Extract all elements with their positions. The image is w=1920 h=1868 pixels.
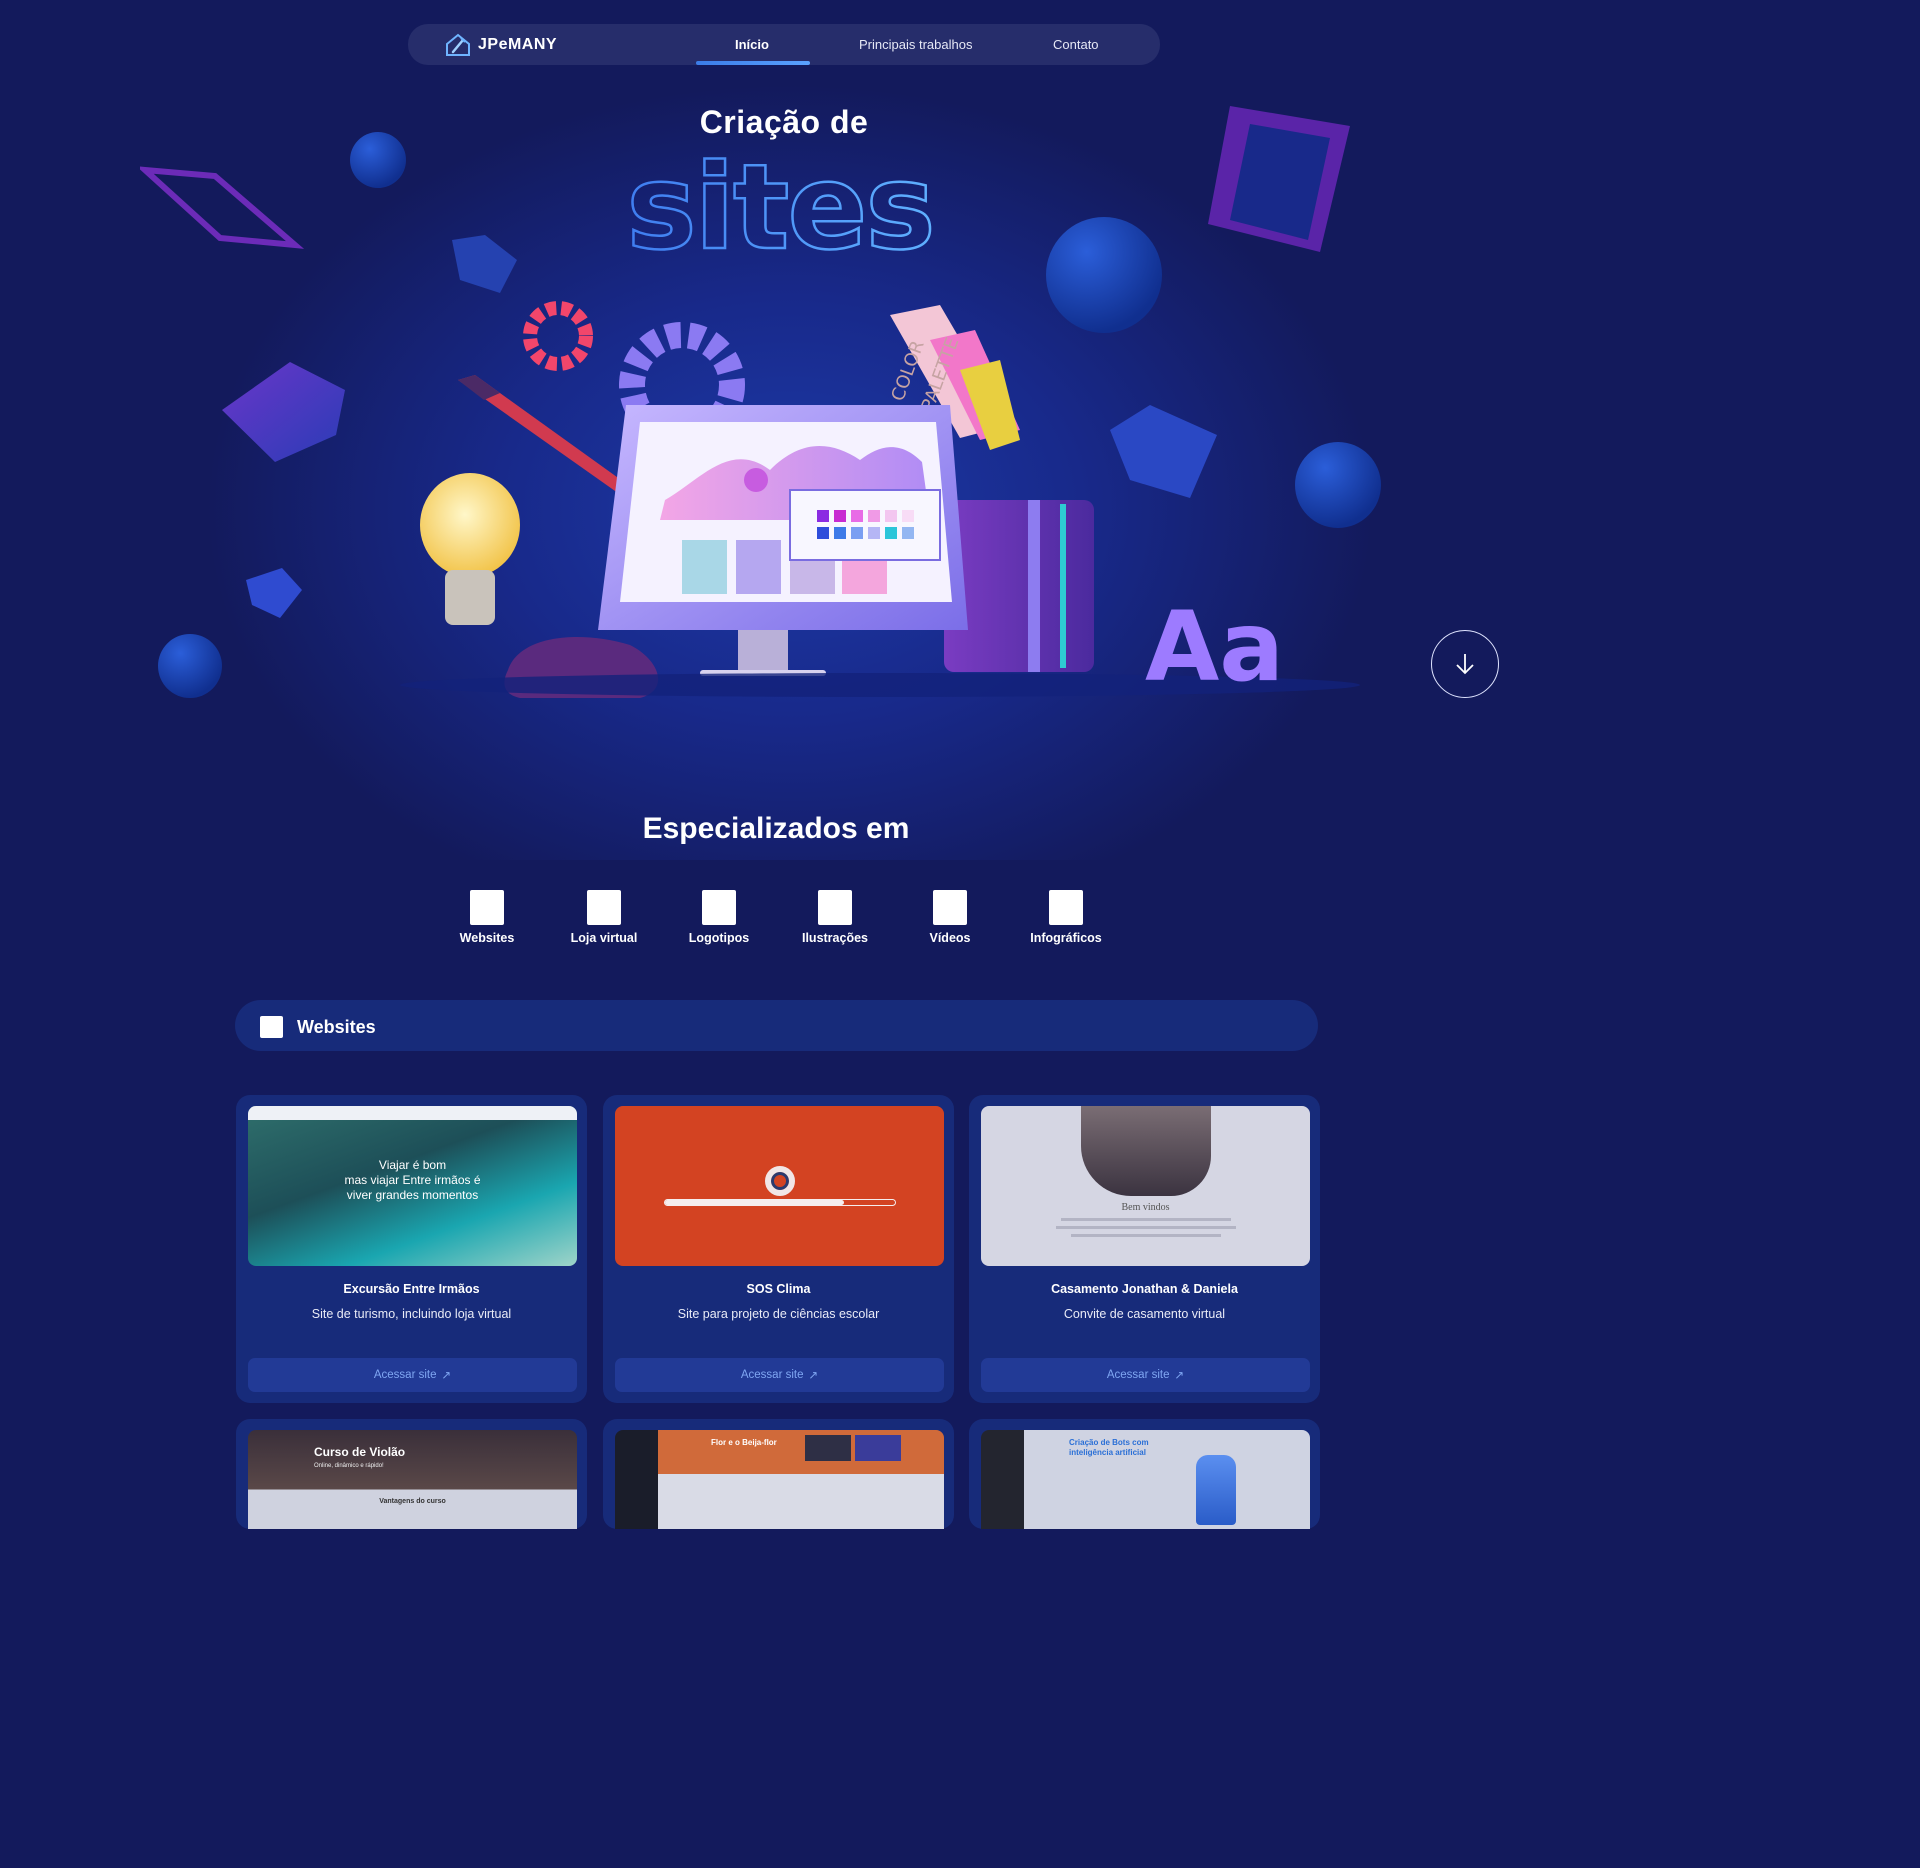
deco-cube bbox=[222, 362, 345, 462]
loja-virtual-icon bbox=[587, 890, 621, 925]
deco-cube bbox=[246, 568, 302, 618]
thumb-headline-line: Criação de Bots com bbox=[1069, 1438, 1149, 1447]
brand-house-icon bbox=[446, 33, 470, 56]
deco-cube bbox=[1110, 405, 1217, 498]
project-title: Excursão Entre Irmãos bbox=[343, 1282, 480, 1296]
ilustracoes-icon bbox=[818, 890, 852, 925]
section-title: Websites bbox=[297, 1017, 376, 1037]
access-site-button[interactable]: Acessar site ↗ bbox=[981, 1358, 1310, 1392]
thumb-section-title: Vantagens do curso bbox=[379, 1498, 446, 1505]
thumb-headline: Criação de Bots com inteligência artific… bbox=[1069, 1438, 1149, 1458]
websites-icon bbox=[470, 890, 504, 925]
videos-icon bbox=[933, 890, 967, 925]
specialized-label: Infográficos bbox=[1030, 931, 1102, 945]
nav-link-principais-trabalhos[interactable]: Principais trabalhos bbox=[859, 37, 972, 52]
project-thumbnail[interactable]: Flor e o Beija-flor bbox=[615, 1430, 944, 1529]
project-card-flor-beija-flor: Flor e o Beija-flor bbox=[603, 1419, 954, 1529]
project-description: Site de turismo, incluindo loja virtual bbox=[311, 1307, 512, 1321]
top-navbar: JPeMANY Início Principais trabalhos Cont… bbox=[408, 24, 1160, 65]
project-description: Convite de casamento virtual bbox=[1063, 1307, 1226, 1321]
specialized-label: Vídeos bbox=[929, 931, 971, 945]
access-site-label: Acessar site bbox=[373, 1369, 437, 1381]
scroll-down-button[interactable] bbox=[1431, 630, 1499, 698]
deco-sphere bbox=[350, 132, 406, 188]
project-card-casamento: Bem vindos Casamento Jonathan & Daniela … bbox=[969, 1095, 1320, 1403]
book-icon bbox=[944, 500, 1094, 672]
thumb-navbar bbox=[248, 1106, 577, 1120]
project-description: Site para projeto de ciências escolar bbox=[677, 1307, 880, 1321]
access-site-label: Acessar site bbox=[740, 1369, 804, 1381]
nav-link-inicio[interactable]: Início bbox=[735, 37, 769, 52]
external-link-icon: ↗ bbox=[1174, 1370, 1185, 1382]
project-thumbnail[interactable]: Viajar é bom mas viajar Entre irmãos é v… bbox=[248, 1106, 577, 1266]
project-thumbnail[interactable]: Criação de Bots com inteligência artific… bbox=[981, 1430, 1310, 1529]
deco-sphere bbox=[1046, 217, 1162, 333]
websites-section-icon bbox=[260, 1016, 283, 1038]
thumb-subheadline: Online, dinâmico e rápido! bbox=[314, 1463, 384, 1469]
external-link-icon: ↗ bbox=[808, 1370, 819, 1382]
deco-cube bbox=[452, 235, 517, 293]
brand-name: JPeMANY bbox=[478, 36, 558, 53]
nav-active-indicator bbox=[696, 61, 810, 65]
access-site-button[interactable]: Acessar site ↗ bbox=[248, 1358, 577, 1392]
infograficos-icon bbox=[1049, 890, 1083, 925]
brand-logo[interactable]: JPeMANY bbox=[444, 32, 557, 58]
specialized-label: Ilustrações bbox=[801, 931, 868, 945]
robot-icon bbox=[1196, 1455, 1236, 1525]
specialized-item-websites[interactable]: Websites bbox=[437, 890, 537, 945]
specialized-title: Especializados em bbox=[642, 812, 910, 845]
loading-progress-bar bbox=[664, 1199, 896, 1206]
deco-frame bbox=[140, 166, 305, 249]
monitor-illustration bbox=[598, 405, 968, 676]
lifebuoy-icon bbox=[765, 1166, 795, 1196]
project-card-sos-clima: SOS Clima Site para projeto de ciências … bbox=[603, 1095, 954, 1403]
arrow-down-icon bbox=[1456, 654, 1474, 675]
project-thumbnail[interactable] bbox=[615, 1106, 944, 1266]
specialized-label: Logotipos bbox=[688, 931, 750, 945]
gear-icon bbox=[523, 301, 593, 371]
specialized-item-videos[interactable]: Vídeos bbox=[900, 890, 1000, 945]
thumb-headline: Curso de Violão bbox=[314, 1445, 406, 1459]
project-title: SOS Clima bbox=[746, 1282, 811, 1296]
specialized-item-infograficos[interactable]: Infográficos bbox=[1016, 890, 1116, 945]
thumb-photo bbox=[1081, 1106, 1211, 1196]
project-title: Casamento Jonathan & Daniela bbox=[1051, 1282, 1238, 1296]
specialized-item-ilustracoes[interactable]: Ilustrações bbox=[785, 890, 885, 945]
project-thumbnail[interactable]: Curso de Violão Online, dinâmico e rápid… bbox=[248, 1430, 577, 1529]
project-thumbnail[interactable]: Bem vindos bbox=[981, 1106, 1310, 1266]
project-card-excursao: Viajar é bom mas viajar Entre irmãos é v… bbox=[236, 1095, 587, 1403]
thumb-heading: Bem vindos bbox=[1121, 1202, 1170, 1213]
lightbulb-icon bbox=[420, 473, 520, 577]
thumb-headline-line: inteligência artificial bbox=[1069, 1448, 1146, 1457]
project-card-bots: Criação de Bots com inteligência artific… bbox=[969, 1419, 1320, 1529]
specialized-label: Loja virtual bbox=[570, 931, 638, 945]
thumb-headline: mas viajar Entre irmãos é bbox=[344, 1173, 481, 1187]
hero-illustration: COLOR PALETTE Aa bbox=[140, 106, 1381, 703]
external-link-icon: ↗ bbox=[441, 1370, 452, 1382]
thumb-headline: Viajar é bom bbox=[378, 1158, 447, 1172]
specialized-item-logotipos[interactable]: Logotipos bbox=[669, 890, 769, 945]
section-header-websites: Websites bbox=[235, 1000, 1318, 1051]
access-site-button[interactable]: Acessar site ↗ bbox=[615, 1358, 944, 1392]
typography-aa-icon: Aa bbox=[1145, 591, 1284, 703]
nav-link-contato[interactable]: Contato bbox=[1053, 37, 1099, 52]
deco-sphere bbox=[1295, 442, 1381, 528]
logotipos-icon bbox=[702, 890, 736, 925]
thumb-headline: Flor e o Beija-flor bbox=[711, 1438, 777, 1447]
project-card-violao: Curso de Violão Online, dinâmico e rápid… bbox=[236, 1419, 587, 1529]
thumb-headline: viver grandes momentos bbox=[346, 1188, 479, 1202]
access-site-label: Acessar site bbox=[1106, 1369, 1170, 1381]
specialized-label: Websites bbox=[459, 931, 515, 945]
deco-sphere bbox=[158, 634, 222, 698]
specialized-item-loja-virtual[interactable]: Loja virtual bbox=[554, 890, 654, 945]
